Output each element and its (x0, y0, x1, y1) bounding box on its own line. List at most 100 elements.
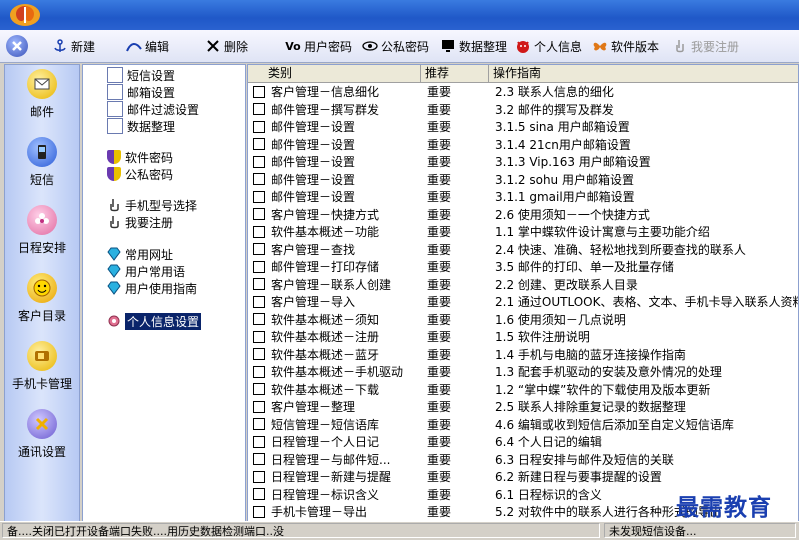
row-checkbox[interactable] (253, 138, 265, 150)
software-version-button[interactable]: 软件版本 (592, 37, 659, 55)
table-row[interactable]: 邮件管理－撰写群发 重要 3.2 邮件的撰写及群发 (248, 101, 798, 118)
tree-item-sms-settings[interactable]: 短信设置 (107, 67, 175, 83)
table-row[interactable]: 邮件管理－设置 重要 3.1.1 gmail用户邮箱设置 (248, 188, 798, 205)
row-checkbox[interactable] (253, 313, 265, 325)
table-row[interactable]: 客户管理－快捷方式 重要 2.6 使用须知－一个快捷方式 (248, 206, 798, 223)
row-checkbox[interactable] (253, 278, 265, 290)
column-header-recommend[interactable]: 推荐 (421, 65, 489, 82)
tree-item-register[interactable]: 我要注册 (107, 214, 173, 230)
tree-item-common-phrases[interactable]: 用户常用语 (107, 263, 185, 279)
edit-button[interactable]: 编辑 (126, 37, 169, 55)
row-checkbox[interactable] (253, 295, 265, 308)
table-row[interactable]: 日程管理－个人日记 重要 6.4 个人日记的编辑 (248, 433, 798, 450)
doc-icon (107, 67, 123, 83)
table-row[interactable]: 邮件管理－设置 重要 3.1.2 sohu 用户邮箱设置 (248, 171, 798, 188)
column-header-guide[interactable]: 操作指南 (489, 65, 798, 82)
table-row[interactable]: 日程管理－新建与提醒 重要 6.2 新建日程与要事提醒的设置 (248, 468, 798, 485)
sidebar-item-label: 通讯设置 (17, 445, 66, 459)
row-checkbox[interactable] (253, 103, 265, 115)
table-row[interactable]: 客户管理－联系人创建 重要 2.2 创建、更改联系人目录 (248, 276, 798, 293)
row-category: 软件基本概述－注册 (271, 330, 380, 344)
row-checkbox[interactable] (253, 435, 265, 448)
tree-item-phone-model[interactable]: 手机型号选择 (107, 197, 197, 213)
sidebar-item-schedule[interactable]: 日程安排 (5, 205, 79, 256)
table-row[interactable]: 邮件管理－设置 重要 3.1.4 21cn用户邮箱设置 (248, 136, 798, 153)
row-checkbox[interactable] (253, 365, 265, 378)
row-category: 软件基本概述－下载 (271, 382, 380, 397)
row-checkbox[interactable] (253, 173, 265, 185)
row-category: 邮件管理－设置 (271, 155, 356, 169)
sidebar-item-sms[interactable]: 短信 (5, 137, 79, 188)
row-checkbox[interactable] (253, 190, 265, 203)
row-checkbox[interactable] (253, 208, 265, 220)
data-organize-button[interactable]: 数据整理 (440, 37, 507, 55)
row-guide: 1.3 配套手机驱动的安装及意外情况的处理 (495, 365, 722, 379)
sidebar-item-label: 邮件 (29, 105, 54, 119)
user-password-button[interactable]: Vo 用户密码 (285, 37, 352, 55)
row-guide: 3.5 邮件的打印、单一及批量存储 (495, 260, 674, 274)
new-button[interactable]: 新建 (52, 37, 95, 55)
row-checkbox[interactable] (253, 418, 265, 430)
table-row[interactable]: 软件基本概述－蓝牙 重要 1.4 手机与电脑的蓝牙连接操作指南 (248, 346, 798, 363)
row-checkbox[interactable] (253, 85, 265, 98)
table-row[interactable]: 邮件管理－设置 重要 3.1.5 sina 用户邮箱设置 (248, 118, 798, 135)
watermark: 最需教育 (676, 494, 772, 521)
row-checkbox[interactable] (253, 400, 265, 413)
sidebar-item-simcard[interactable]: 手机卡管理 (5, 341, 79, 392)
row-checkbox[interactable] (253, 120, 265, 133)
tree-item-user-guide[interactable]: 用户使用指南 (107, 280, 197, 296)
row-category: 客户管理－查找 (271, 242, 356, 257)
list-header: 类别 推荐 操作指南 (248, 65, 798, 83)
tree-item-data-organize[interactable]: 数据整理 (107, 118, 175, 134)
table-row[interactable]: 软件基本概述－下载 重要 1.2 “掌中蝶”软件的下载使用及版本更新 (248, 381, 798, 398)
exit-icon (12, 41, 22, 51)
row-checkbox[interactable] (253, 225, 265, 238)
tree-item-personal-info[interactable]: 个人信息设置 (107, 312, 202, 330)
table-row[interactable]: 客户管理－查找 重要 2.4 快速、准确、轻松地找到所要查找的联系人 (248, 241, 798, 258)
row-checkbox[interactable] (253, 383, 265, 395)
sidebar-item-comm-settings[interactable]: 通讯设置 (5, 409, 79, 460)
tree-item-privacy-password[interactable]: 公私密码 (107, 166, 173, 182)
row-checkbox[interactable] (253, 348, 265, 360)
register-button[interactable]: 我要注册 (672, 37, 739, 55)
sidebar-item-contacts[interactable]: 客户目录 (5, 273, 79, 324)
table-row[interactable]: 软件基本概述－功能 重要 1.1 掌中蝶软件设计寓意与主要功能介绍 (248, 223, 798, 240)
tree-item-mailbox-settings[interactable]: 邮箱设置 (107, 84, 175, 100)
table-row[interactable]: 邮件管理－设置 重要 3.1.3 Vip.163 用户邮箱设置 (248, 153, 798, 170)
row-checkbox[interactable] (253, 488, 265, 500)
row-guide: 2.4 快速、准确、轻松地找到所要查找的联系人 (495, 242, 746, 257)
column-header-category[interactable]: 类别 (248, 65, 421, 82)
table-row[interactable]: 客户管理－信息细化 重要 2.3 联系人信息的细化 (248, 83, 798, 100)
table-row[interactable]: 客户管理－导入 重要 2.1 通过OUTLOOK、表格、文本、手机卡导入联系人资料 (248, 293, 798, 310)
row-checkbox[interactable] (253, 453, 265, 465)
hand-icon (672, 38, 688, 54)
row-recommend: 重要 (427, 172, 452, 187)
exit-button[interactable] (6, 35, 28, 57)
tree-item-common-urls[interactable]: 常用网址 (107, 246, 173, 262)
sidebar-item-mail[interactable]: 邮件 (5, 69, 79, 120)
table-row[interactable]: 软件基本概述－注册 重要 1.5 软件注册说明 (248, 328, 798, 345)
privacy-password-button[interactable]: 公私密码 (362, 37, 429, 55)
row-category: 邮件管理－设置 (271, 172, 356, 187)
row-checkbox[interactable] (253, 330, 265, 343)
tree-item-software-password[interactable]: 软件密码 (107, 149, 173, 165)
row-guide: 3.2 邮件的撰写及群发 (495, 102, 614, 117)
row-recommend: 重要 (427, 505, 452, 519)
table-row[interactable]: 短信管理－短信语库 重要 4.6 编辑或收到短信后添加至自定义短信语库 (248, 416, 798, 433)
row-checkbox[interactable] (253, 260, 265, 273)
doc-icon (107, 84, 123, 100)
table-row[interactable]: 邮件管理－打印存储 重要 3.5 邮件的打印、单一及批量存储 (248, 258, 798, 275)
row-checkbox[interactable] (253, 155, 265, 168)
delete-button[interactable]: 删除 (205, 37, 248, 55)
settings-tree: 短信设置 邮箱设置 邮件过滤设置 数据整理 软件密码 公私密码 手机型号选择 我… (82, 64, 246, 522)
table-row[interactable]: 软件基本概述－须知 重要 1.6 使用须知－几点说明 (248, 311, 798, 328)
personal-info-button[interactable]: 个人信息 (515, 37, 582, 55)
table-row[interactable]: 客户管理－整理 重要 2.5 联系人排除重复记录的数据整理 (248, 398, 798, 415)
tree-item-mail-filter[interactable]: 邮件过滤设置 (107, 101, 199, 117)
row-checkbox[interactable] (253, 243, 265, 255)
table-row[interactable]: 日程管理－与邮件短... 重要 6.3 日程安排与邮件及短信的关联 (248, 451, 798, 468)
row-checkbox[interactable] (253, 470, 265, 483)
row-checkbox[interactable] (253, 505, 265, 518)
row-category: 日程管理－与邮件短... (271, 452, 391, 467)
table-row[interactable]: 软件基本概述－手机驱动 重要 1.3 配套手机驱动的安装及意外情况的处理 (248, 363, 798, 380)
